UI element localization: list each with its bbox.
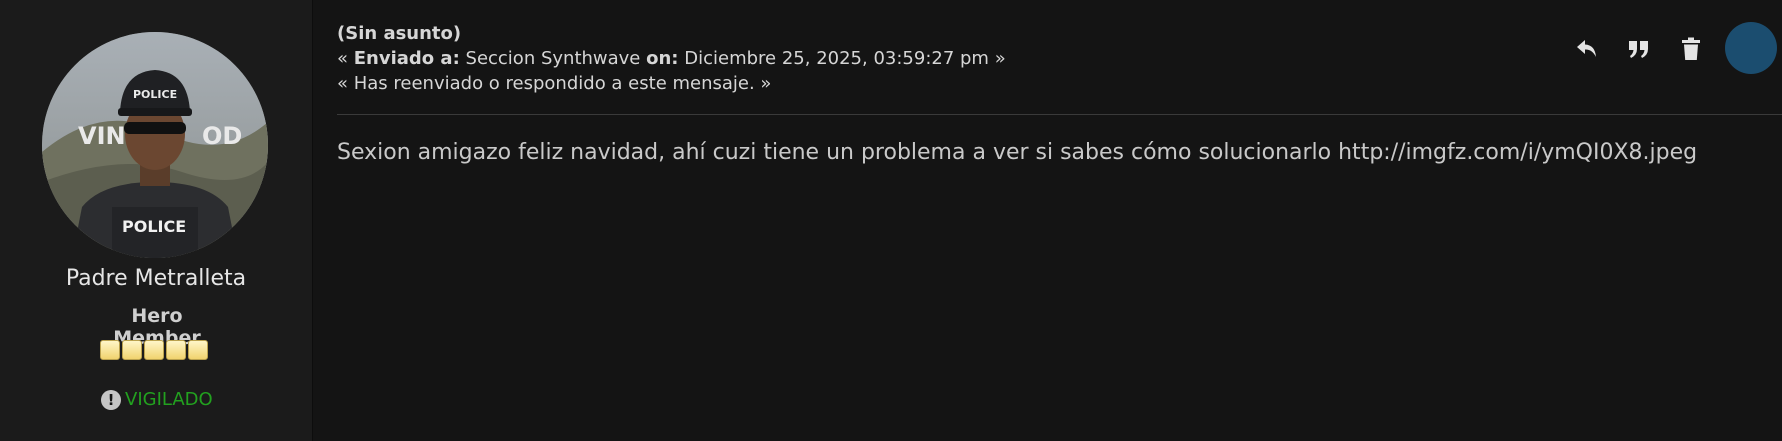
quote-button[interactable]: [1622, 32, 1656, 66]
star-icon: [144, 340, 164, 360]
message-actions: [1570, 22, 1782, 76]
avatar[interactable]: VIN OD POLICE POLICE: [42, 32, 268, 258]
svg-text:POLICE: POLICE: [133, 88, 177, 101]
on-label: on:: [646, 48, 679, 69]
username[interactable]: Padre Metralleta: [0, 266, 312, 291]
sent-to-label: Enviado a:: [353, 48, 460, 69]
warning-label: VIGILADO: [125, 389, 213, 410]
star-icon: [166, 340, 186, 360]
star-icon: [122, 340, 142, 360]
message-header: (Sin asunto) « Enviado a: Seccion Synthw…: [337, 21, 1006, 96]
personal-message-view: VIN OD POLICE POLICE Padre Metralleta He…: [0, 0, 1782, 441]
rank-stars: [100, 340, 208, 360]
select-message-toggle[interactable]: [1725, 22, 1777, 74]
svg-text:VIN: VIN: [78, 122, 126, 150]
header-divider: [337, 114, 1782, 115]
reply-button[interactable]: [1570, 32, 1604, 66]
reply-icon: [1577, 40, 1596, 57]
meta-prefix: «: [337, 48, 349, 69]
svg-text:OD: OD: [202, 122, 242, 150]
message-date: Diciembre 25, 2025, 03:59:27 pm: [684, 48, 989, 69]
poster-info: VIN OD POLICE POLICE Padre Metralleta He…: [0, 0, 313, 441]
warning-status: ! VIGILADO: [101, 389, 213, 410]
police-avatar-image: VIN OD POLICE POLICE: [42, 32, 268, 258]
message-meta: « Enviado a: Seccion Synthwave on: Dicie…: [337, 46, 1006, 71]
quote-icon: [1629, 41, 1648, 58]
message-body: Sexion amigazo feliz navidad, ahí cuzi t…: [337, 140, 1698, 165]
meta-suffix: »: [994, 48, 1006, 69]
replied-note: « Has reenviado o respondido a este mens…: [337, 73, 772, 94]
exclamation-icon: !: [101, 389, 121, 410]
recipient-name[interactable]: Seccion Synthwave: [466, 48, 641, 69]
svg-text:POLICE: POLICE: [122, 217, 186, 236]
star-icon: [188, 340, 208, 360]
star-icon: [100, 340, 120, 360]
message-subject: (Sin asunto): [337, 23, 462, 44]
trash-icon: [1682, 37, 1700, 60]
delete-button[interactable]: [1674, 32, 1708, 66]
